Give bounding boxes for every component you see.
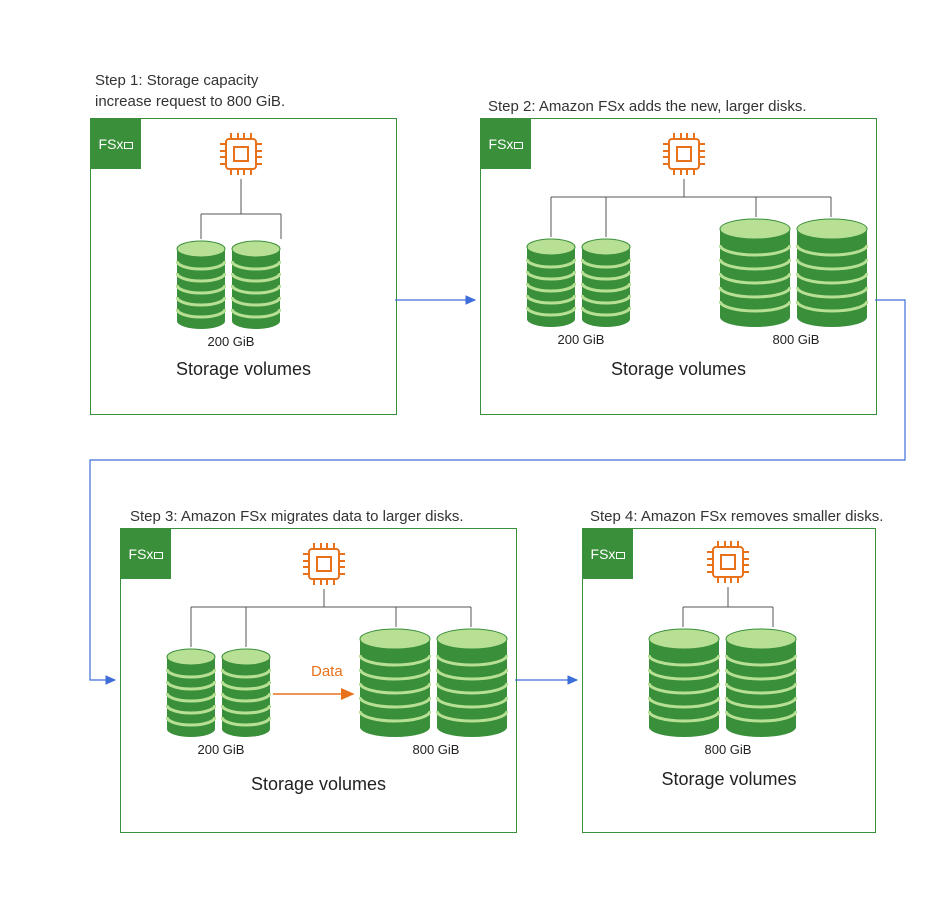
disk-icon [359, 627, 431, 739]
storage-volumes-label: Storage volumes [91, 359, 396, 380]
disk-size-label: 200 GiB [166, 742, 276, 757]
disk-icon [221, 647, 271, 739]
panel-step2: FSx 200 GiB 800 GiB Storage volumes [480, 118, 877, 415]
step3-title: Step 3: Amazon FSx migrates data to larg… [130, 506, 464, 527]
data-arrow-label: Data [311, 663, 343, 680]
step4-title: Step 4: Amazon FSx removes smaller disks… [590, 506, 883, 527]
data-migration-arrow-icon [271, 684, 361, 704]
disk-icon [176, 239, 226, 331]
panel-step4: FSx 800 GiB Storage volumes [582, 528, 876, 833]
disk-size-label: 200 GiB [526, 332, 636, 347]
disk-icon [166, 647, 216, 739]
disk-icon [796, 217, 868, 329]
disk-icon [725, 627, 797, 739]
disk-size-label: 200 GiB [176, 334, 286, 349]
step1-title-line1: Step 1: Storage capacity [95, 72, 258, 89]
disk-icon [436, 627, 508, 739]
step1-title-line2: increase request to 800 GiB. [95, 93, 285, 110]
disk-icon [526, 237, 576, 329]
disk-icon [231, 239, 281, 331]
step1-title: Step 1: Storage capacity increase reques… [95, 70, 345, 112]
disk-icon [719, 217, 791, 329]
disk-size-label: 800 GiB [371, 742, 501, 757]
disk-icon [581, 237, 631, 329]
disk-icon [648, 627, 720, 739]
panel-step3: FSx Data 200 GiB 800 GiB Storage volumes [120, 528, 517, 833]
disk-size-label: 800 GiB [731, 332, 861, 347]
disk-size-label: 800 GiB [663, 742, 793, 757]
step2-title: Step 2: Amazon FSx adds the new, larger … [488, 96, 807, 117]
storage-volumes-label: Storage volumes [583, 769, 875, 790]
storage-volumes-label: Storage volumes [481, 359, 876, 380]
storage-volumes-label: Storage volumes [121, 774, 516, 795]
panel-step1: FSx 200 GiB Storage volumes [90, 118, 397, 415]
